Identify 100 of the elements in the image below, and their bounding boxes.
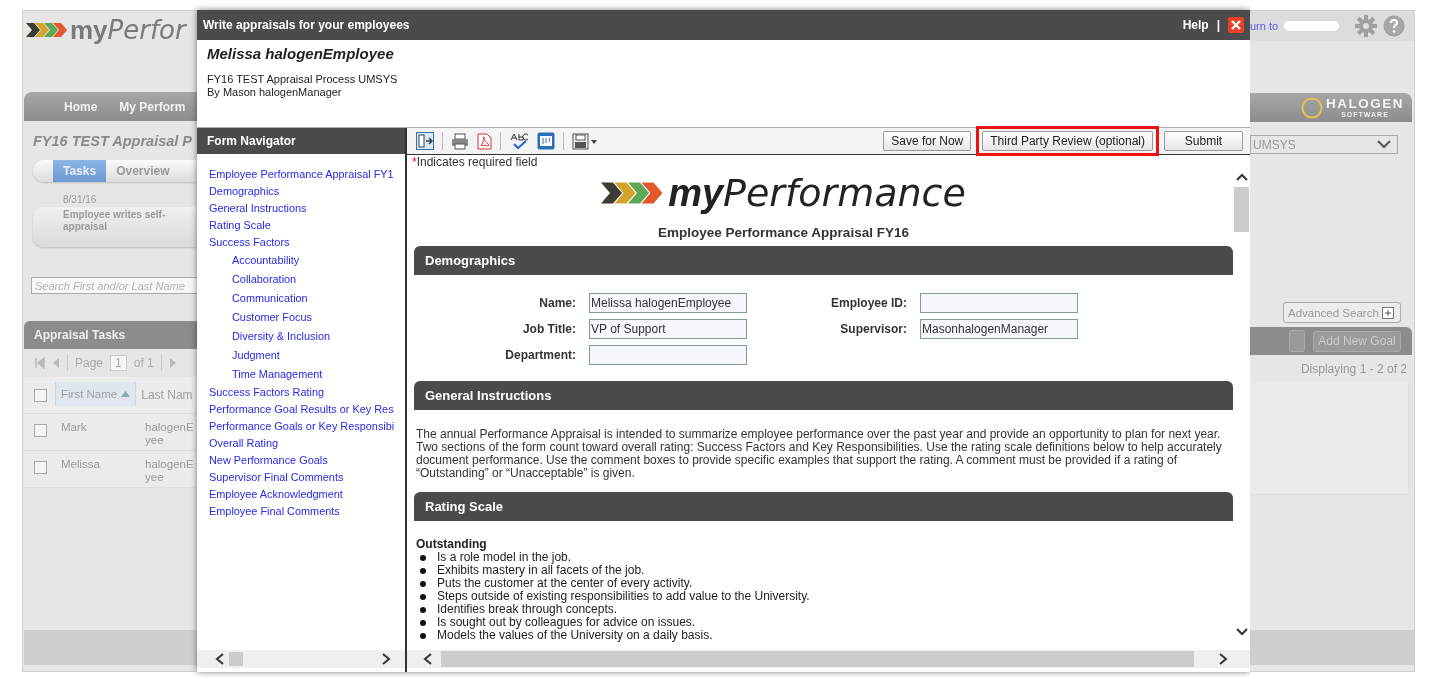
scroll-left-icon[interactable] [423, 653, 433, 665]
field-label: Department: [504, 348, 576, 362]
navigator-title: Form Navigator [207, 134, 296, 148]
search-field[interactable]: Search First and/or Last Name [31, 277, 197, 294]
navigator-link[interactable]: Overall Rating [209, 435, 278, 452]
section-title: Demographics [425, 253, 516, 268]
employee-name: Melissa halogenEmployee [207, 45, 395, 62]
navigator-link[interactable]: Diversity & Inclusion [232, 327, 331, 346]
text-field[interactable]: Melissa halogenEmployee [589, 293, 747, 313]
process-name: FY16 TEST Appraisal Process UMSYS [207, 73, 399, 86]
settings-icon[interactable] [1355, 15, 1378, 37]
scroll-thumb[interactable] [229, 652, 243, 666]
instructions-text: The annual Performance Appraisal is intended to summarize employee performance over the past year and provide an opportunity to plan for next year. Two sections of the form count toward overall rating: Success Factors and Key Responsibilities. Use the rating scale definitions below to help accurately document performance. Use the comment boxes to provide specific examples that support the rating. A comment must be provided if a rating of “Outstanding” or “Unacceptable” is given. [415, 426, 1223, 482]
select-all-checkbox[interactable] [34, 389, 47, 402]
spell-check-icon[interactable] [509, 132, 529, 150]
chevrons-logo-icon [26, 20, 68, 40]
app-logo: myPerfor [70, 14, 186, 46]
bullet-icon [420, 606, 426, 613]
table-cell-text: Mark [60, 420, 88, 433]
form-button[interactable]: Submit [1164, 131, 1243, 151]
rating-criterion: Is a role model in the job. [437, 551, 572, 564]
field-label: Employee ID: [829, 296, 907, 310]
bullet-icon [420, 554, 426, 561]
next-page-icon[interactable] [168, 357, 177, 369]
row-checkbox[interactable] [34, 424, 47, 437]
navigator-link[interactable]: Demographics [209, 183, 280, 200]
scroll-right-icon[interactable] [1218, 653, 1228, 665]
required-note: *Indicates required field [412, 155, 539, 169]
page-label: Page [75, 356, 104, 370]
row-checkbox[interactable] [34, 461, 47, 474]
bullet-icon [420, 580, 426, 587]
scroll-left-icon[interactable] [215, 653, 225, 665]
vertical-scrollbar[interactable] [1233, 155, 1250, 650]
navigator-link[interactable]: Employee Final Comments [209, 503, 340, 520]
horizontal-scrollbar[interactable] [407, 650, 1250, 668]
first-page-icon[interactable] [35, 357, 45, 369]
table-cell-text: Melissa [60, 457, 101, 470]
navigator-link[interactable]: Time Management [232, 365, 323, 384]
navigator-link[interactable]: Supervisor Final Comments [209, 469, 344, 486]
help-link[interactable]: Help [1182, 18, 1209, 32]
process-title: FY16 TEST Appraisal P [33, 133, 193, 149]
navigator-link[interactable]: Performance Goals or Key Responsibi [209, 418, 395, 435]
form-button[interactable]: Third Party Review (optional) [982, 131, 1153, 151]
scroll-up-icon[interactable] [1235, 173, 1248, 181]
navigator-link[interactable]: Communication [232, 289, 308, 308]
dialog-title: Write appraisals for your employees [203, 18, 410, 32]
table-cell-text: halogenE yee [145, 420, 195, 447]
navigator-link[interactable]: Judgment [232, 346, 280, 365]
plus-icon [1381, 306, 1394, 319]
rating-criterion: Is sought out by colleagues for advice on issues. [437, 616, 696, 629]
navigator-link[interactable]: Employee Acknowledgment [209, 486, 343, 503]
previous-page-icon[interactable] [52, 357, 60, 369]
print-icon[interactable] [451, 132, 469, 150]
navigator-link[interactable]: Performance Goal Results or Key Res [209, 401, 394, 418]
help-icon[interactable] [1383, 15, 1406, 37]
bullet-icon [420, 593, 426, 600]
text-field[interactable] [589, 345, 747, 365]
navigator-link[interactable]: Success Factors [209, 234, 290, 251]
form-title: Employee Performance Appraisal FY16 [657, 225, 910, 240]
form-button[interactable]: Save for Now [883, 131, 972, 151]
navigator-link[interactable]: Rating Scale [209, 217, 271, 234]
navigator-link[interactable]: Employee Performance Appraisal FY1 [209, 166, 394, 183]
panel-toggle-icon[interactable] [416, 132, 434, 150]
text-field[interactable]: VP of Support [589, 319, 747, 339]
navigator-link[interactable]: Accountability [232, 251, 300, 270]
section-title: Rating Scale [425, 499, 504, 514]
table-cell-text: halogenE yee [145, 457, 195, 484]
navigator-link[interactable]: General Instructions [209, 200, 307, 217]
scroll-right-icon[interactable] [381, 653, 391, 665]
field-label: Name: [538, 296, 576, 310]
pdf-icon[interactable] [477, 132, 492, 150]
field-label: Supervisor: [839, 322, 907, 336]
brand-name: HALOGEN [1326, 97, 1404, 111]
calculator-icon[interactable] [537, 132, 555, 150]
toggle-button[interactable] [1289, 330, 1305, 352]
panel-title: Appraisal Tasks [34, 328, 126, 342]
scroll-thumb[interactable] [441, 651, 1194, 667]
separator: | [1216, 18, 1220, 32]
text-field[interactable]: MasonhalogenManager [920, 319, 1078, 339]
scroll-thumb[interactable] [1234, 187, 1249, 232]
bullet-icon [420, 567, 426, 574]
text-field[interactable] [920, 293, 1078, 313]
return-link[interactable]: urn to [1250, 20, 1279, 32]
navigator-link[interactable]: Success Factors Rating [209, 384, 324, 401]
rating-heading: Outstanding [416, 538, 488, 551]
rating-criterion: Models the values of the University on a daily basis. [437, 629, 713, 642]
scroll-down-icon[interactable] [1235, 628, 1248, 636]
bullet-icon [420, 619, 426, 626]
save-menu-icon[interactable] [572, 132, 598, 150]
horizontal-scrollbar[interactable] [197, 650, 405, 668]
ring-logo-icon [1301, 96, 1323, 119]
navigator-link[interactable]: Customer Focus [232, 308, 312, 327]
navigator-link[interactable]: New Performance Goals [209, 452, 328, 469]
manager-name: By Mason halogenManager [207, 86, 343, 99]
field-label: Job Title: [521, 322, 576, 336]
navigator-link[interactable]: Collaboration [232, 270, 297, 289]
close-icon[interactable] [1228, 17, 1244, 33]
step-date: 8/31/16 [63, 194, 98, 205]
sort-up-icon [121, 391, 131, 397]
rating-criterion: Identifies break through concepts. [437, 603, 618, 616]
